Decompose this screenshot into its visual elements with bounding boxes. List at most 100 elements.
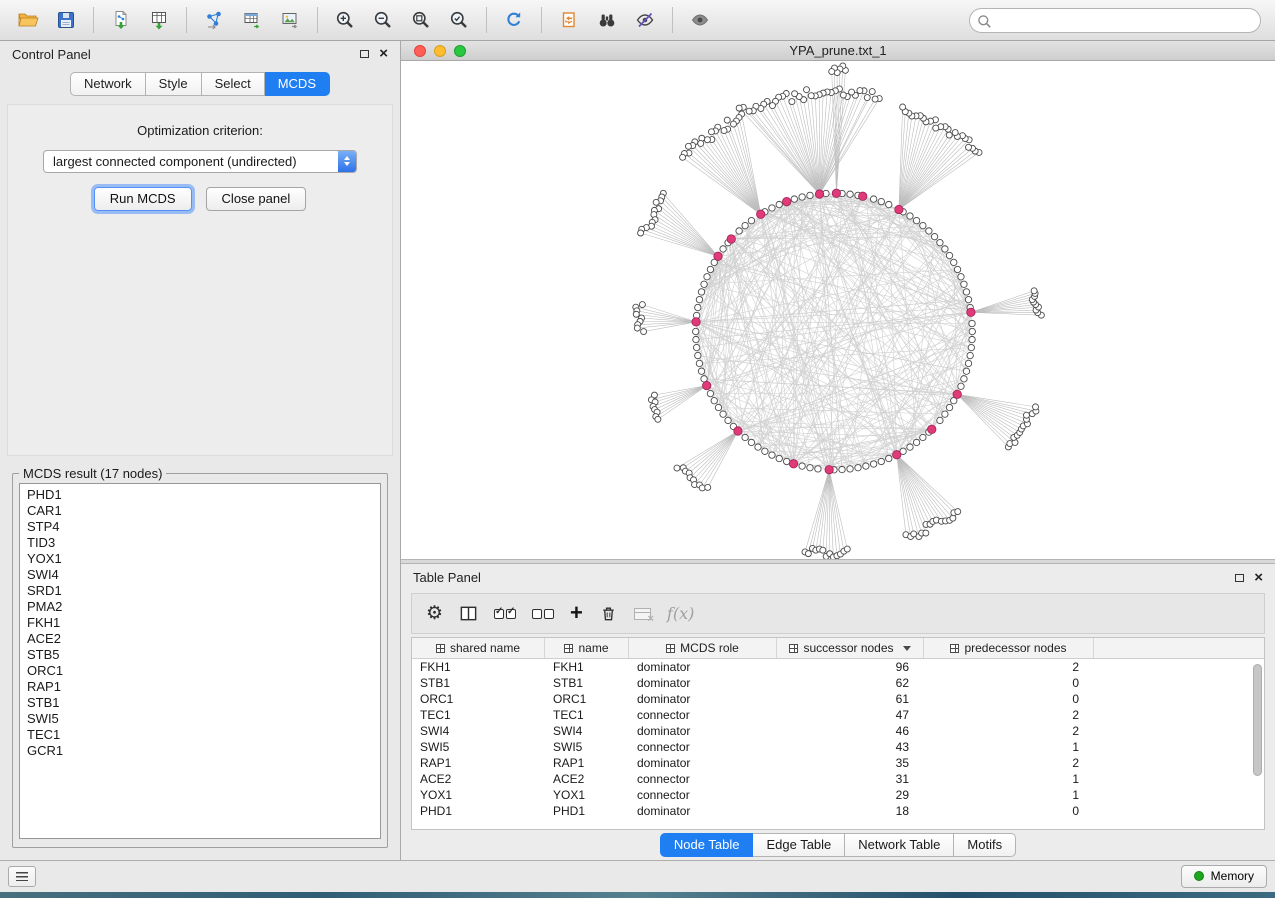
zoom-in-button[interactable] [327,5,363,35]
save-session-button[interactable] [48,5,84,35]
add-column-icon[interactable]: + [570,602,583,624]
list-item[interactable]: CAR1 [20,503,380,519]
list-item[interactable]: FKH1 [20,615,380,631]
refresh-button[interactable] [496,5,532,35]
status-bar: Memory [0,860,1275,892]
zoom-fit-icon [411,10,431,30]
table-cell: 1 [924,740,1094,754]
node-table-body: FKH1FKH1dominator962STB1STB1dominator620… [412,659,1264,819]
tab-network-table[interactable]: Network Table [845,833,954,857]
tab-select[interactable]: Select [202,72,265,96]
minimize-window-icon[interactable] [434,45,446,57]
close-panel-icon[interactable]: × [379,49,388,59]
delete-table-icon [634,608,651,620]
list-item[interactable]: SWI4 [20,567,380,583]
table-cell: PHD1 [412,804,545,818]
list-item[interactable]: TID3 [20,535,380,551]
table-row[interactable]: SWI4SWI4dominator462 [412,723,1264,739]
list-item[interactable]: SRD1 [20,583,380,599]
table-settings-icon[interactable]: ⚙ [426,604,443,623]
clone-network-button[interactable] [551,5,587,35]
export-network-button[interactable] [196,5,232,35]
list-item[interactable]: YOX1 [20,551,380,567]
deselect-all-columns-icon[interactable] [532,609,554,619]
search-input[interactable] [969,8,1261,33]
table-row[interactable]: STB1STB1dominator620 [412,675,1264,691]
delete-column-icon[interactable] [599,604,618,623]
table-row[interactable]: RAP1RAP1dominator352 [412,755,1264,771]
control-panel: Control Panel × Network Style Select MCD… [0,41,401,860]
table-cell: dominator [629,692,777,706]
memory-button-label: Memory [1211,869,1254,883]
open-session-button[interactable] [10,5,46,35]
maximize-window-icon[interactable] [454,45,466,57]
list-item[interactable]: ORC1 [20,663,380,679]
criterion-select[interactable]: largest connected component (undirected) [43,150,357,173]
table-row[interactable]: TEC1TEC1connector472 [412,707,1264,723]
close-panel-button[interactable]: Close panel [206,187,307,211]
export-table-button[interactable] [234,5,270,35]
list-item[interactable]: SWI5 [20,711,380,727]
tab-edge-table[interactable]: Edge Table [753,833,845,857]
select-all-columns-icon[interactable] [494,609,516,619]
table-row[interactable]: ORC1ORC1dominator610 [412,691,1264,707]
table-cell: TEC1 [412,708,545,722]
table-cell: 0 [924,804,1094,818]
tab-mcds[interactable]: MCDS [265,72,330,96]
table-row[interactable]: PHD1PHD1dominator180 [412,803,1264,819]
close-window-icon[interactable] [414,45,426,57]
task-history-button[interactable] [8,866,36,887]
tab-node-table[interactable]: Node Table [660,833,754,857]
list-item[interactable]: STB5 [20,647,380,663]
table-cell: SWI4 [545,724,629,738]
zoom-selected-button[interactable] [441,5,477,35]
list-item[interactable]: STB1 [20,695,380,711]
list-item[interactable]: ACE2 [20,631,380,647]
column-header-name[interactable]: name [545,638,629,658]
float-table-panel-icon[interactable] [1235,574,1244,582]
show-graphics-button[interactable] [682,5,718,35]
list-item[interactable]: STP4 [20,519,380,535]
list-item[interactable]: GCR1 [20,743,380,759]
tab-style[interactable]: Style [146,72,202,96]
hide-graphics-button[interactable] [627,5,663,35]
memory-button[interactable]: Memory [1181,865,1267,888]
zoom-out-button[interactable] [365,5,401,35]
search-icon [977,14,992,29]
list-item[interactable]: PMA2 [20,599,380,615]
table-cell: ORC1 [412,692,545,706]
column-layout-icon[interactable] [459,604,478,623]
column-header-predecessor-nodes[interactable]: predecessor nodes [924,638,1094,658]
list-item[interactable]: TEC1 [20,727,380,743]
table-row[interactable]: ACE2ACE2connector311 [412,771,1264,787]
column-header-successor-nodes[interactable]: successor nodes [777,638,924,658]
import-network-button[interactable] [103,5,139,35]
table-cell: RAP1 [545,756,629,770]
table-row[interactable]: YOX1YOX1connector291 [412,787,1264,803]
table-cell: 1 [924,788,1094,802]
import-table-file-icon [149,10,169,30]
run-mcds-button[interactable]: Run MCDS [94,187,192,211]
list-item[interactable]: PHD1 [20,487,380,503]
table-cell: 1 [924,772,1094,786]
column-header-shared-name[interactable]: shared name [412,638,545,658]
toolbar-separator [541,7,542,33]
tab-motifs[interactable]: Motifs [954,833,1016,857]
column-grid-icon [436,644,445,653]
table-row[interactable]: SWI5SWI5connector431 [412,739,1264,755]
import-table-button[interactable] [141,5,177,35]
float-panel-icon[interactable] [360,50,369,58]
mcds-result-list[interactable]: PHD1CAR1STP4TID3YOX1SWI4SRD1PMA2FKH1ACE2… [19,483,381,839]
close-table-panel-icon[interactable]: × [1254,573,1263,583]
find-button[interactable] [589,5,625,35]
table-row[interactable]: FKH1FKH1dominator962 [412,659,1264,675]
zoom-fit-button[interactable] [403,5,439,35]
control-panel-tabs: Network Style Select MCDS [0,68,400,104]
column-grid-icon [564,644,573,653]
network-canvas[interactable] [401,61,1275,559]
table-scrollbar[interactable] [1253,664,1262,776]
column-header-mcds-role[interactable]: MCDS role [629,638,777,658]
tab-network[interactable]: Network [70,72,146,96]
export-image-button[interactable] [272,5,308,35]
list-item[interactable]: RAP1 [20,679,380,695]
